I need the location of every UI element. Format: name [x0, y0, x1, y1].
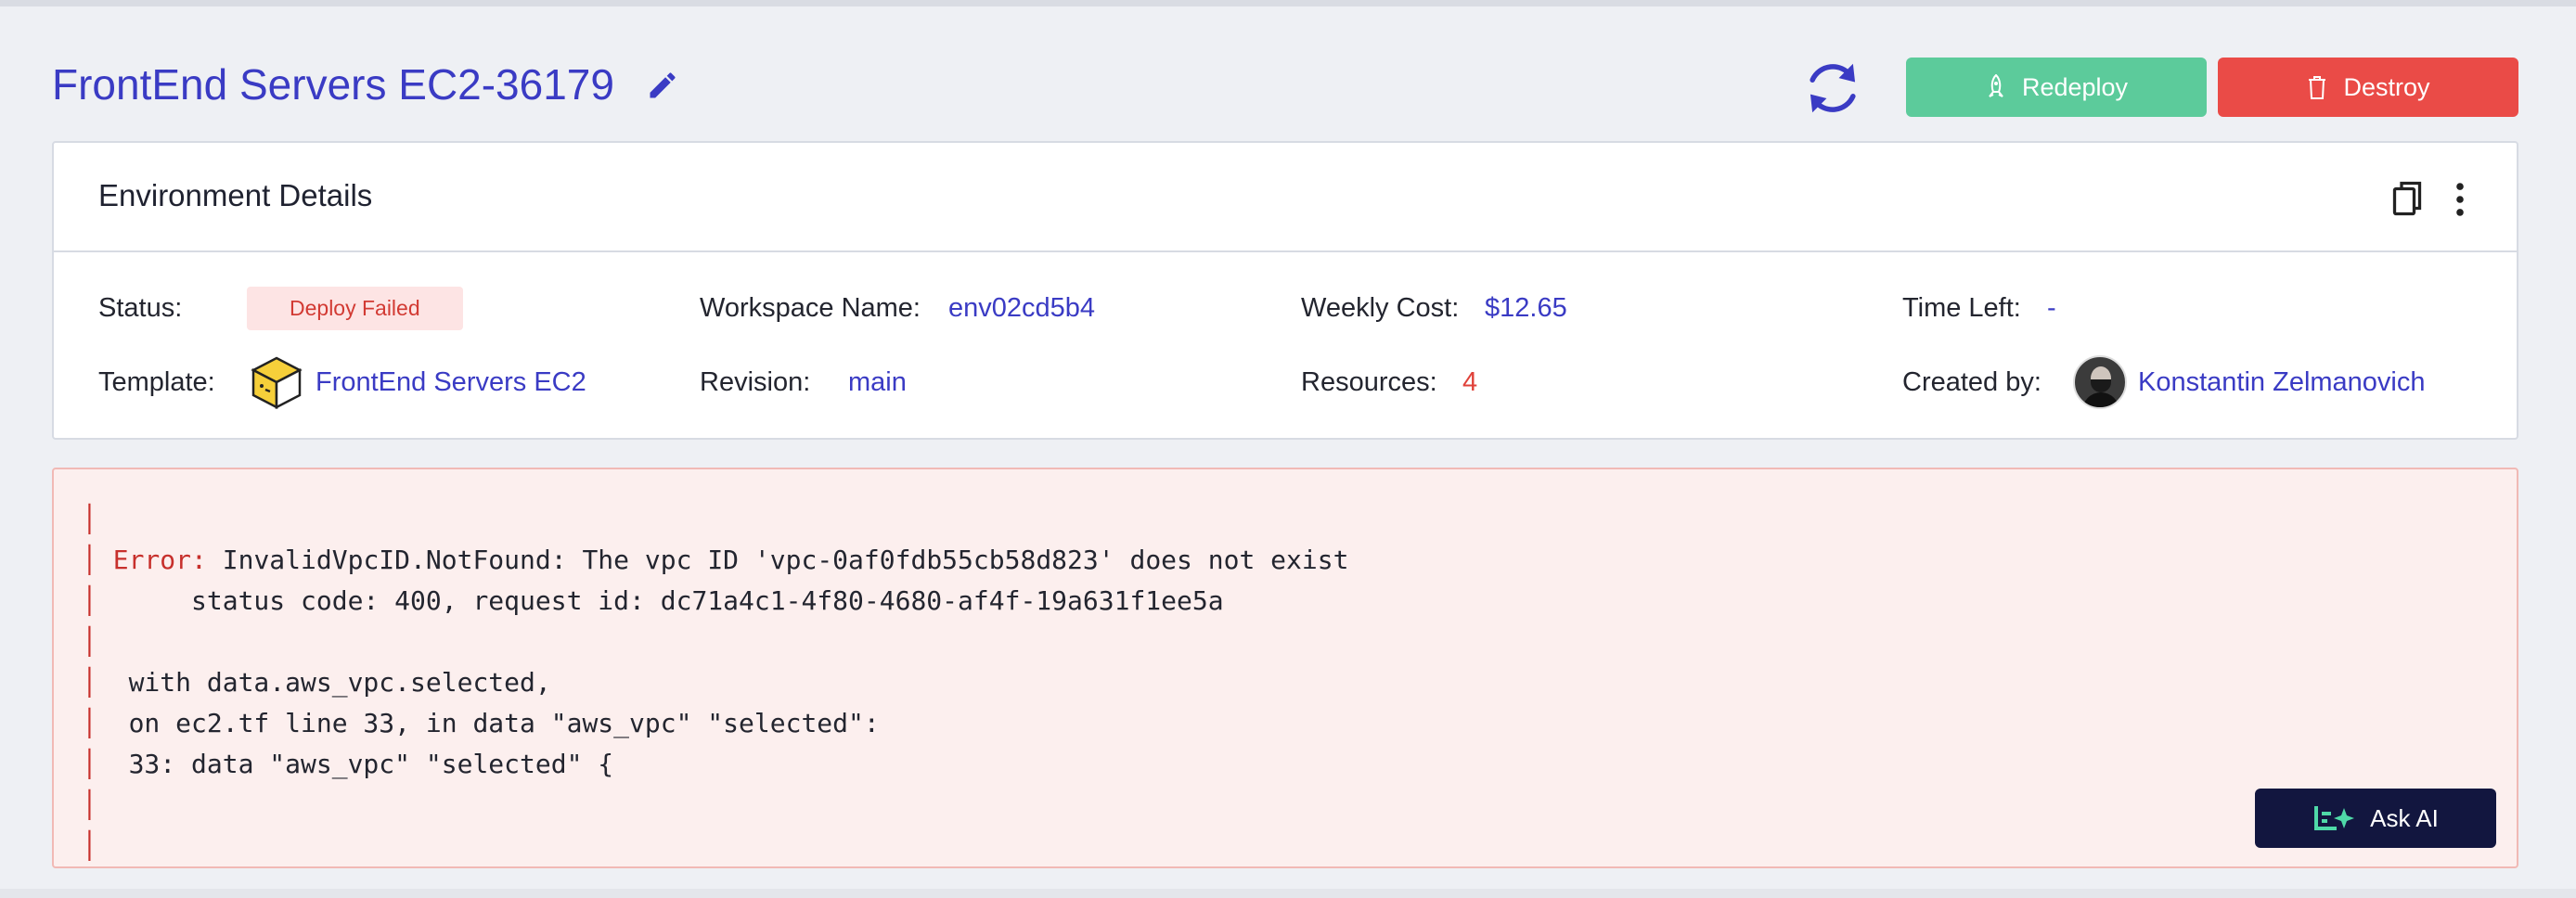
more-vertical-icon[interactable]	[2452, 182, 2468, 217]
avatar	[2073, 355, 2127, 409]
ask-ai-button[interactable]: Ask AI	[2255, 789, 2496, 848]
error-line-3: with data.aws_vpc.selected,	[97, 667, 551, 698]
card-title: Environment Details	[98, 178, 373, 212]
environment-details-card: Environment Details Status: Deploy Faile…	[52, 141, 2518, 440]
status-field: Status:	[98, 280, 182, 336]
resources-value-cell[interactable]: 4	[1462, 354, 1477, 410]
destroy-button[interactable]: Destroy	[2218, 58, 2518, 117]
template-field: Template:	[98, 354, 215, 410]
cube-icon	[251, 356, 303, 410]
card-header: Environment Details	[54, 143, 2517, 252]
resources-label: Resources:	[1301, 366, 1437, 397]
bottom-divider	[0, 889, 2576, 898]
template-label: Template:	[98, 366, 215, 397]
page-header: FrontEnd Servers EC2-36179 Redeploy Dest…	[52, 52, 2518, 121]
page-title: FrontEnd Servers EC2-36179	[52, 60, 614, 109]
destroy-label: Destroy	[2343, 72, 2430, 101]
rocket-icon	[1989, 74, 2003, 97]
details-row-1: Status: Deploy Failed Workspace Name: en…	[54, 280, 2517, 336]
weekly-cost-label: Weekly Cost:	[1301, 292, 1460, 323]
status-label: Status:	[98, 292, 183, 323]
resources-field: Resources:	[1301, 354, 1437, 410]
redeploy-button[interactable]: Redeploy	[1906, 58, 2207, 117]
redeploy-label: Redeploy	[2021, 72, 2129, 101]
weekly-cost-field: Weekly Cost:	[1301, 280, 1459, 336]
created-by-value-cell[interactable]: Konstantin Zelmanovich	[2073, 354, 2426, 410]
details-row-2: Template: FrontEnd Servers EC2 Revision:…	[54, 354, 2517, 410]
top-divider	[0, 0, 2576, 6]
trash-icon	[2309, 76, 2326, 99]
time-left-label: Time Left:	[1902, 292, 2021, 323]
created-by-link[interactable]: Konstantin Zelmanovich	[2138, 367, 2426, 398]
status-value: Deploy Failed	[247, 280, 463, 336]
weekly-cost-value-cell: $12.65	[1485, 280, 1567, 336]
revision-label: Revision:	[700, 366, 811, 397]
time-left-value: -	[2047, 292, 2056, 323]
resources-value[interactable]: 4	[1462, 367, 1477, 398]
created-by-label: Created by:	[1902, 366, 2041, 397]
error-line-5: 33: data "aws_vpc" "selected" {	[97, 749, 614, 779]
copy-icon[interactable]	[2390, 180, 2424, 217]
error-line-2: status code: 400, request id: dc71a4c1-4…	[97, 585, 1224, 616]
workspace-value-cell: env02cd5b4	[948, 280, 1095, 336]
revision-value: main	[848, 366, 907, 397]
error-prefix: Error:	[112, 545, 207, 575]
workspace-value: env02cd5b4	[948, 292, 1096, 323]
error-log: │ │ Error: InvalidVpcID.NotFound: The vp…	[82, 504, 1349, 861]
error-log-panel: │ │ Error: InvalidVpcID.NotFound: The vp…	[52, 468, 2518, 868]
revision-field: Revision:	[700, 354, 810, 410]
error-line-1: InvalidVpcID.NotFound: The vpc ID 'vpc-0…	[206, 545, 1349, 575]
created-by-field: Created by:	[1902, 354, 2041, 410]
template-value-cell[interactable]: FrontEnd Servers EC2	[249, 354, 586, 410]
ask-ai-label: Ask AI	[2370, 803, 2439, 832]
revision-value-cell: main	[848, 354, 907, 410]
time-left-value-cell: -	[2047, 280, 2056, 336]
workspace-field: Workspace Name:	[700, 280, 921, 336]
template-link[interactable]: FrontEnd Servers EC2	[316, 367, 586, 398]
refresh-icon[interactable]	[1800, 56, 1865, 121]
weekly-cost-value: $12.65	[1485, 292, 1567, 323]
error-line-4: on ec2.tf line 33, in data "aws_vpc" "se…	[97, 708, 880, 738]
workspace-label: Workspace Name:	[700, 292, 921, 323]
status-badge: Deploy Failed	[247, 286, 463, 330]
time-left-field: Time Left:	[1902, 280, 2021, 336]
ai-sparkle-icon	[2314, 806, 2355, 830]
pencil-icon[interactable]	[646, 69, 679, 102]
